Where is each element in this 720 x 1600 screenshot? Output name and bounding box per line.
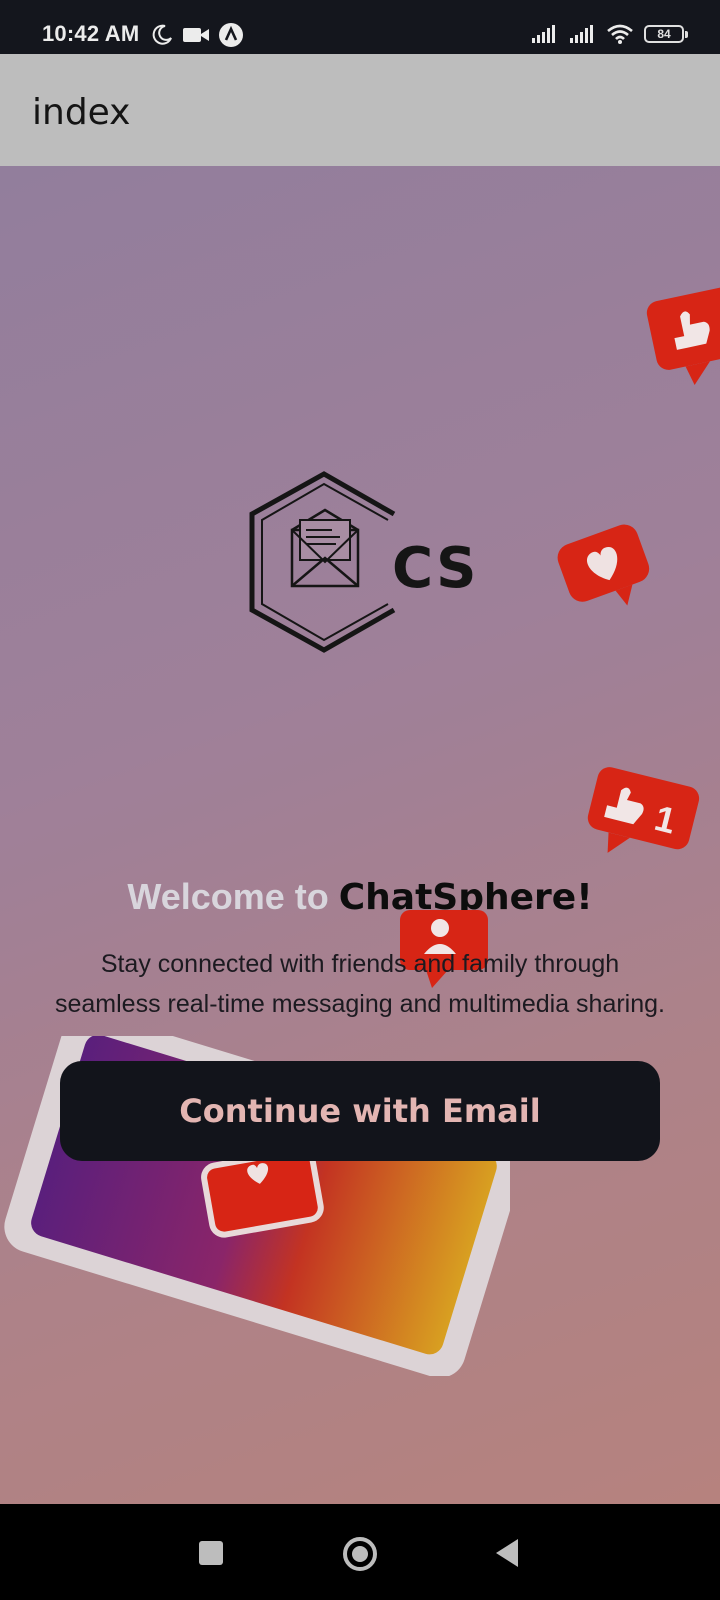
- recents-button[interactable]: [199, 1541, 223, 1565]
- thumbs-up-1-bubble: 1: [587, 767, 700, 853]
- heart-bubble: [557, 524, 650, 606]
- battery-icon: 84: [644, 25, 688, 43]
- status-bar: 10:42 AM 84: [0, 0, 720, 54]
- signal-icon: [532, 25, 555, 43]
- page-title: index: [32, 92, 131, 133]
- welcome-heading: Welcome to ChatSphere!: [0, 876, 720, 918]
- chatsphere-logo: [249, 471, 396, 653]
- status-icons-right: 84: [530, 20, 688, 48]
- video-icon: [183, 28, 209, 42]
- welcome-prefix: Welcome to: [127, 876, 339, 917]
- status-time: 10:42 AM: [42, 21, 140, 46]
- thumbs-up-bubble: [646, 285, 720, 385]
- app-bar: index: [0, 54, 720, 166]
- assistant-icon: [219, 23, 243, 47]
- back-button[interactable]: [496, 1539, 518, 1567]
- status-icons-left: [150, 22, 244, 48]
- signal-icon: [570, 25, 593, 43]
- home-button[interactable]: [343, 1537, 377, 1571]
- continue-with-email-button[interactable]: Continue with Email: [60, 1061, 660, 1161]
- welcome-screen: 1 CS Welcome to ChatSphere! Stay connect…: [0, 166, 720, 1504]
- logo-letters: CS: [392, 536, 479, 601]
- moon-icon: [152, 24, 172, 45]
- continue-button-label: Continue with Email: [179, 1092, 541, 1130]
- wifi-icon: [607, 24, 633, 44]
- description-text: Stay connected with friends and family t…: [55, 950, 665, 1018]
